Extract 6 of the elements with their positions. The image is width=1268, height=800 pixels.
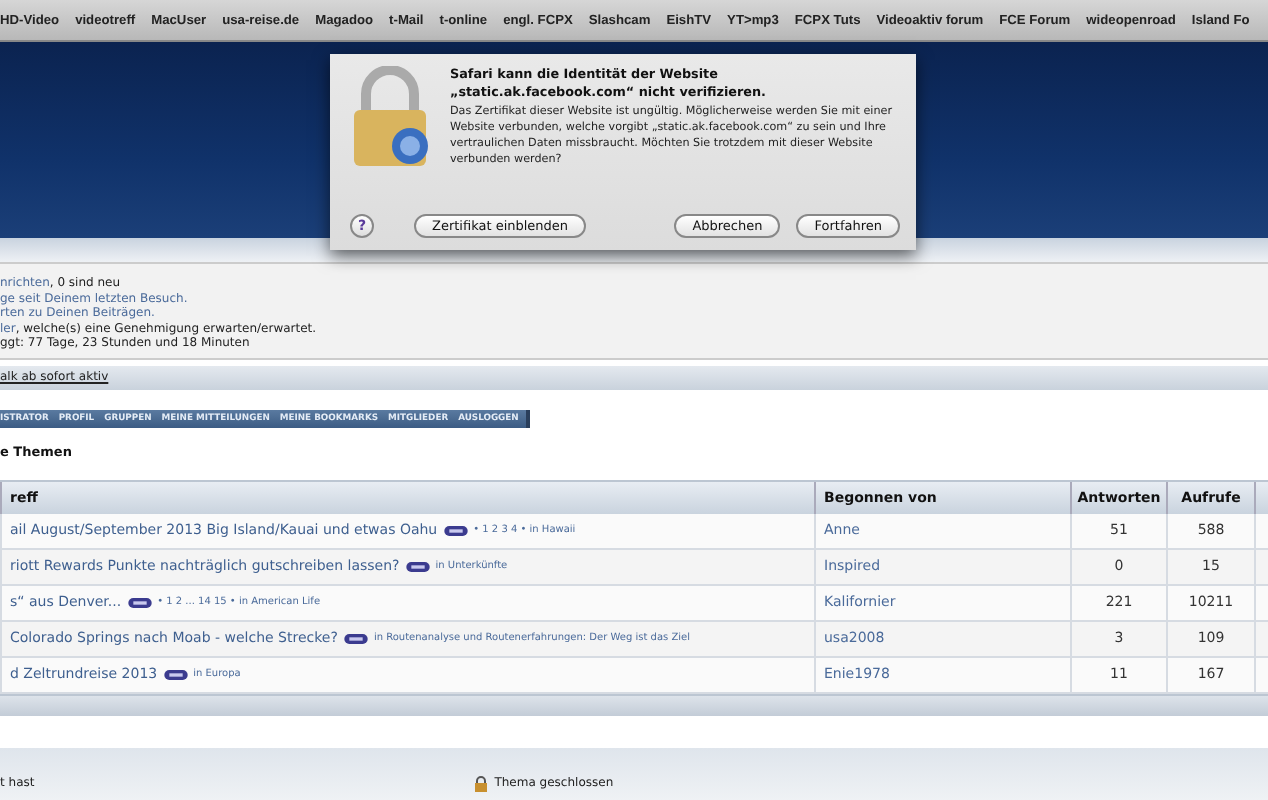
new-badge-icon (127, 597, 152, 608)
new-badge-icon (343, 633, 368, 644)
new-badge-icon (405, 561, 430, 572)
new-badge-icon (443, 525, 468, 536)
new-badge-icon (163, 669, 188, 680)
padlock-icon (350, 66, 430, 170)
